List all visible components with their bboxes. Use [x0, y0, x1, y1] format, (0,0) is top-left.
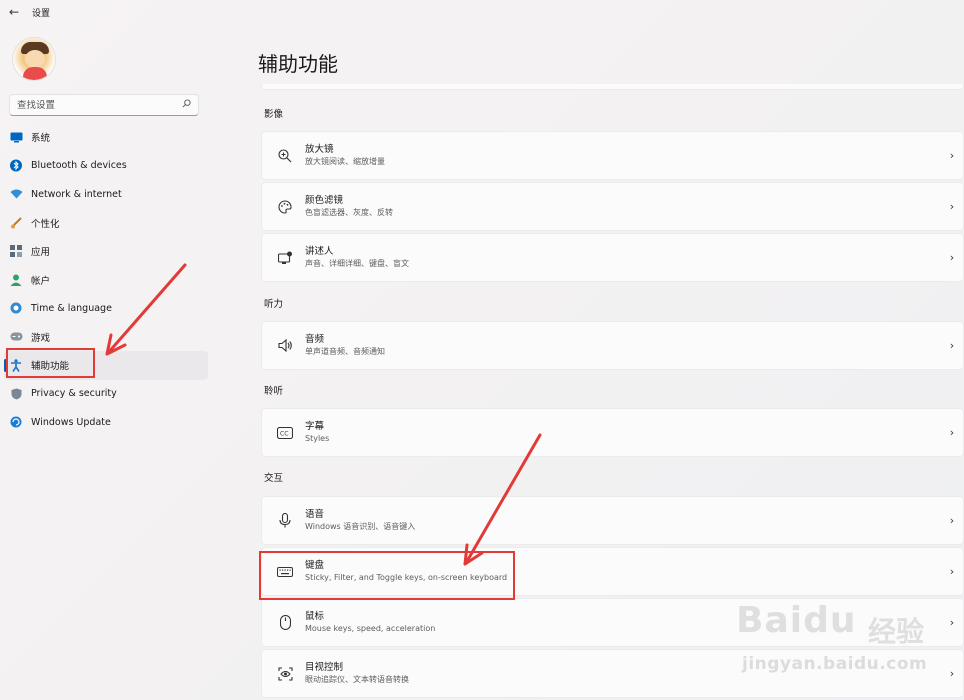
baidu-watermark: Baidu 经验 jingyan.baidu.com	[736, 600, 956, 692]
annotation-arrows	[105, 263, 542, 566]
watermark-brand-cn: 经验	[868, 615, 925, 648]
arrow-to-accessibility	[105, 263, 187, 356]
watermark-url: jingyan.baidu.com	[742, 654, 928, 674]
settings-window: ← 设置 系统 Bluetooth & devices	[0, 0, 964, 700]
watermark-brand: Baidu	[736, 600, 857, 641]
arrow-to-keyboard	[463, 433, 542, 566]
